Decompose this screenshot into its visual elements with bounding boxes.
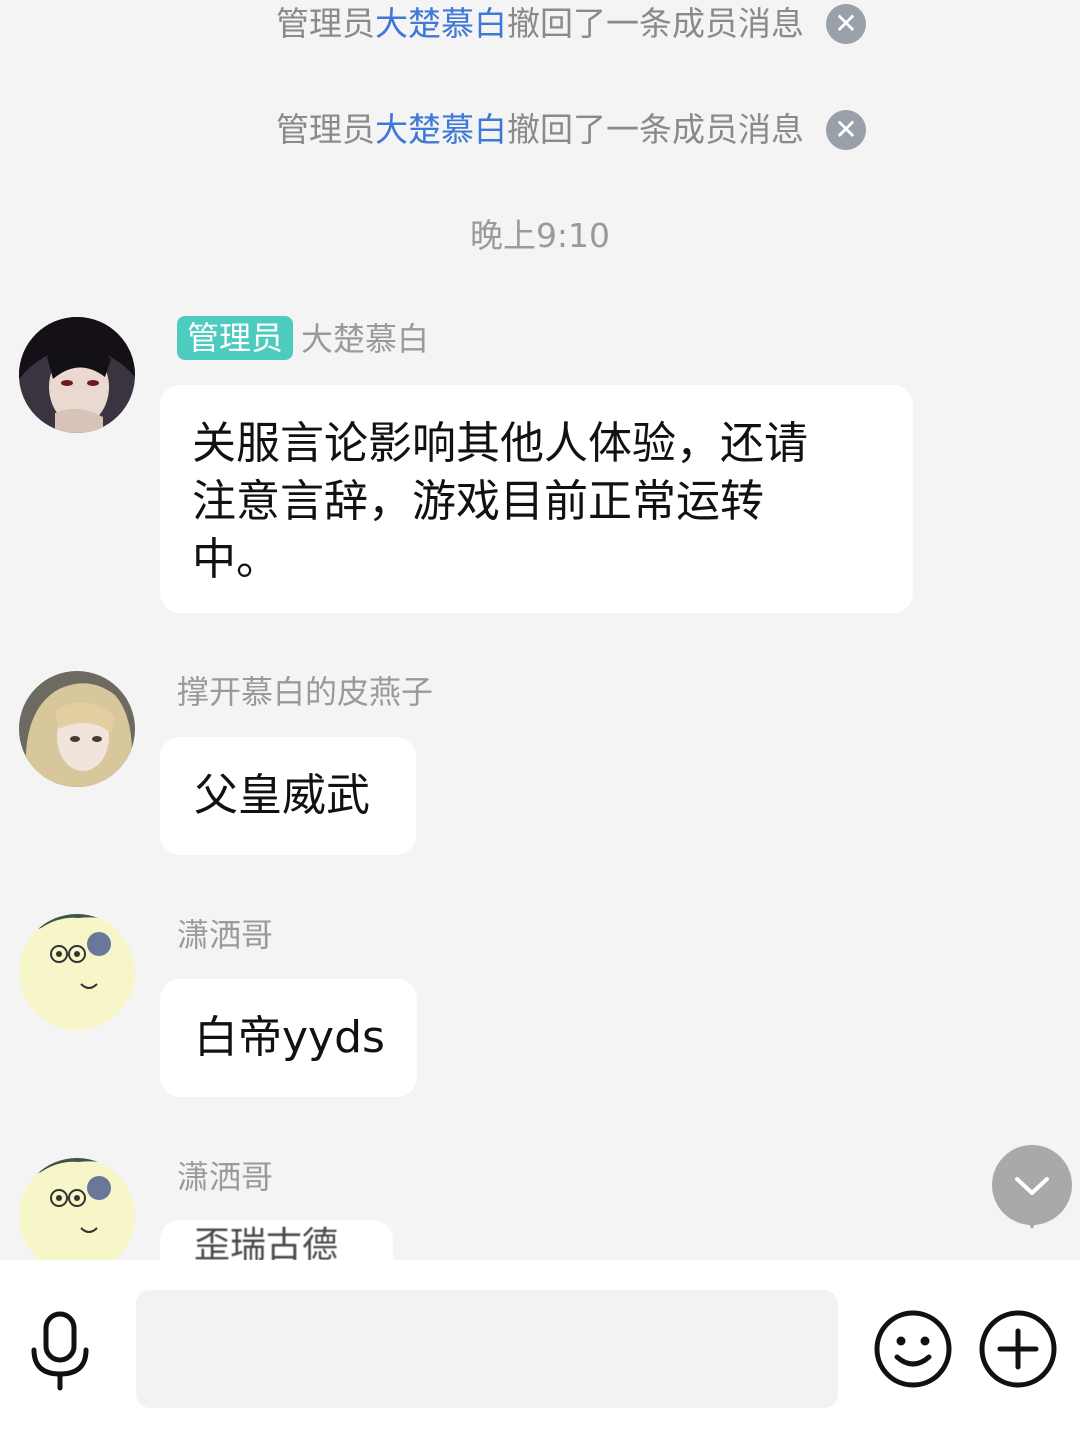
notice-prefix: 管理员 (276, 110, 375, 149)
plus-icon (979, 1310, 1057, 1388)
message-input-bar (0, 1260, 1080, 1431)
sender-name: 潇洒哥 (177, 916, 274, 954)
emoji-button[interactable] (873, 1309, 953, 1389)
message-bubble[interactable]: 白帝yyds (160, 979, 417, 1097)
message-text: 白帝yyds (194, 1012, 385, 1063)
smiley-icon (874, 1310, 952, 1388)
message-input[interactable] (136, 1290, 838, 1408)
admin-name-link[interactable]: 大楚慕白 (375, 4, 507, 43)
notice-suffix: 撤回了一条成员消息 (507, 4, 804, 43)
close-icon[interactable]: ✕ (826, 110, 866, 150)
avatar[interactable] (19, 671, 135, 787)
recall-notice-text: 管理员大楚慕白撤回了一条成员消息 (276, 0, 804, 48)
scroll-button-tail (1023, 1215, 1041, 1229)
sender-name: 大楚慕白 (301, 320, 430, 358)
chevron-down-icon (1015, 1177, 1049, 1195)
admin-badge: 管理员 (177, 316, 294, 360)
message-text-line: 中。 (192, 534, 280, 585)
close-icon[interactable]: ✕ (826, 4, 866, 44)
chat-message-list[interactable]: 管理员大楚慕白撤回了一条成员消息 ✕ 管理员大楚慕白撤回了一条成员消息 ✕ 晚上… (0, 0, 1080, 1260)
message-timestamp: 晚上9:10 (469, 216, 611, 255)
recall-notice: 管理员大楚慕白撤回了一条成员消息 (0, 106, 1080, 154)
sender-row: 管理员 大楚慕白 (177, 316, 429, 362)
admin-name-link[interactable]: 大楚慕白 (375, 110, 507, 149)
message-bubble[interactable]: 关服言论影响其他人体验，还请 注意言辞，游戏目前正常运转 中。 (160, 385, 913, 613)
sender-row: 潇洒哥 (177, 912, 273, 958)
message-bubble[interactable]: 歪瑞古德 (160, 1220, 393, 1260)
notice-prefix: 管理员 (276, 4, 375, 43)
recall-notice-text: 管理员大楚慕白撤回了一条成员消息 (276, 106, 804, 154)
message-bubble[interactable]: 父皇威武 (160, 737, 416, 855)
scroll-to-bottom-button[interactable] (992, 1145, 1072, 1225)
avatar[interactable] (19, 914, 135, 1030)
voice-button[interactable] (24, 1308, 96, 1392)
notice-suffix: 撤回了一条成员消息 (507, 110, 804, 149)
message-text: 歪瑞古德 (194, 1225, 339, 1260)
microphone-icon (31, 1311, 89, 1391)
sender-name: 撑开慕白的皮燕子 (177, 673, 434, 711)
sender-row: 潇洒哥 (177, 1154, 273, 1200)
avatar[interactable] (19, 1158, 135, 1260)
more-button[interactable] (978, 1309, 1058, 1389)
sender-name: 潇洒哥 (177, 1158, 274, 1196)
message-text: 父皇威武 (194, 770, 370, 821)
message-text-line: 关服言论影响其他人体验，还请 (192, 418, 808, 469)
recall-notice: 管理员大楚慕白撤回了一条成员消息 (0, 0, 1080, 48)
message-text-line: 注意言辞，游戏目前正常运转 (192, 476, 764, 527)
sender-row: 撑开慕白的皮燕子 (177, 669, 433, 715)
avatar[interactable] (19, 317, 135, 433)
